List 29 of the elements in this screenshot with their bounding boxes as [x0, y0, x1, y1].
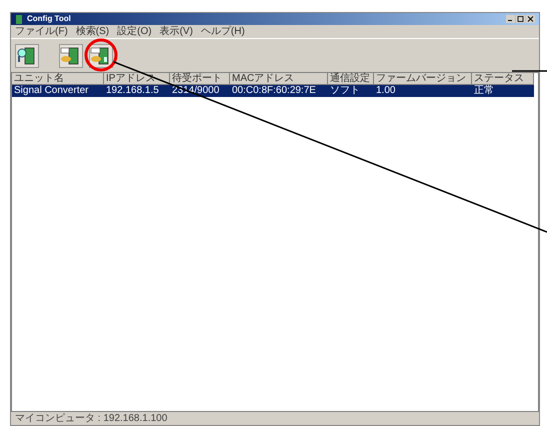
table-cell-text: 00:C0:8F:60:29:7E: [231, 85, 317, 97]
close-icon[interactable]: [526, 15, 535, 23]
window-title: Config Tool: [27, 15, 71, 23]
column-header[interactable]: ファームバージョン: [374, 73, 472, 85]
table-cell-text: 2314/9000: [171, 85, 220, 97]
highlight-circle: [84, 38, 118, 72]
column-header[interactable]: ステータス: [472, 73, 534, 85]
menu-item[interactable]: 設定(O): [117, 26, 152, 36]
table-cell-text: ソフト: [329, 85, 361, 97]
toolbar-button[interactable]: [15, 44, 39, 68]
menu-item[interactable]: 表示(V): [160, 26, 193, 36]
minimize-icon[interactable]: [506, 15, 515, 23]
toolbar-button[interactable]: [89, 44, 113, 68]
table-cell-text: Signal Converter: [13, 85, 90, 97]
table-row[interactable]: Signal Converter 192.168.1.5 2314/9000 00:C0:8F:60:29:7E ソフト 1.00 正常: [12, 85, 534, 97]
status-text: マイコンピュータ : 192.168.1.100: [15, 414, 168, 424]
column-header[interactable]: 待受ポート: [170, 73, 230, 85]
menu-item[interactable]: ヘルプ(H): [200, 26, 245, 36]
column-header[interactable]: 通信設定: [328, 73, 374, 85]
menu-item[interactable]: ファイル(F): [15, 26, 68, 36]
table-cell-text: 正常: [473, 85, 495, 97]
column-header[interactable]: ユニット名: [12, 73, 104, 85]
table-cell-text: 1.00: [375, 85, 396, 97]
app-icon: [15, 14, 23, 24]
toolbar-button[interactable]: [59, 44, 83, 68]
menu-item[interactable]: 検索(S): [76, 26, 110, 36]
column-header[interactable]: MACアドレス: [230, 73, 328, 85]
table-cell-text: 192.168.1.5: [105, 85, 160, 97]
maximize-icon[interactable]: [516, 15, 525, 23]
